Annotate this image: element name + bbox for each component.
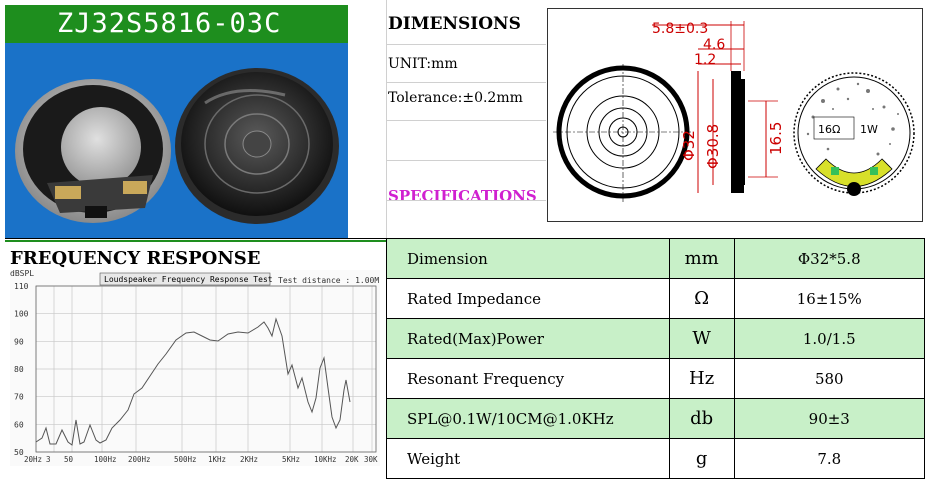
dimension-drawing: 5.8±0.3 4.6 1.2 Φ32 Φ30.8 16.5 16Ω 1W bbox=[547, 8, 923, 222]
y-tick-label: 80 bbox=[14, 365, 24, 374]
x-tick-label: 20K bbox=[345, 455, 359, 464]
x-tick-label: 3 bbox=[46, 455, 51, 464]
dim-total-depth: 5.8±0.3 bbox=[652, 21, 708, 37]
spec-unit: Ω bbox=[668, 278, 735, 319]
spec-value: 90±3 bbox=[733, 398, 925, 439]
impedance-mark: 16Ω bbox=[818, 123, 840, 136]
spec-unit: mm bbox=[668, 238, 735, 279]
spec-param: SPL@0.1W/10CM@1.0KHz bbox=[386, 398, 670, 439]
x-tick-label: 100Hz bbox=[94, 455, 117, 464]
x-tick-label: 10KHz bbox=[314, 455, 337, 464]
unit-label: UNIT:mm bbox=[388, 56, 458, 72]
spec-value: Φ32*5.8 bbox=[733, 238, 925, 279]
spec-value: 580 bbox=[733, 358, 925, 399]
test-distance: Test distance : 1.00M bbox=[278, 276, 379, 285]
x-tick-label: 5KHz bbox=[282, 455, 300, 464]
spec-unit: Hz bbox=[668, 358, 735, 399]
dim-outer-dia: Φ32 bbox=[680, 130, 698, 161]
spec-row: SPL@0.1W/10CM@1.0KHz db 90±3 bbox=[386, 398, 925, 439]
tolerance-label: Tolerance:±0.2mm bbox=[388, 90, 523, 106]
x-tick-label: 50 bbox=[64, 455, 74, 464]
spec-value: 7.8 bbox=[733, 438, 925, 479]
spec-param: Resonant Frequency bbox=[386, 358, 670, 399]
y-tick-label: 70 bbox=[14, 393, 24, 402]
spec-row: Resonant Frequency Hz 580 bbox=[386, 358, 925, 399]
dim-terminal-height: 16.5 bbox=[767, 122, 785, 155]
spec-unit: W bbox=[668, 318, 735, 359]
y-tick-label: 110 bbox=[14, 282, 29, 291]
graph-title: Loudspeaker Frequency Response Test bbox=[104, 275, 273, 284]
dim-depth-4-6: 4.6 bbox=[703, 37, 725, 53]
spec-row: Rated Impedance Ω 16±15% bbox=[386, 278, 925, 319]
spec-param: Weight bbox=[386, 438, 670, 479]
y-tick-label: 60 bbox=[14, 420, 24, 429]
frequency-response-heading: FREQUENCY RESPONSE bbox=[10, 248, 261, 269]
side-view: 5.8±0.3 4.6 1.2 Φ32 Φ30.8 16.5 bbox=[652, 21, 785, 193]
speaker-front-view bbox=[175, 68, 339, 224]
spec-unit: g bbox=[668, 438, 735, 479]
y-tick-label: 50 bbox=[14, 448, 24, 457]
y-tick-label: 100 bbox=[14, 310, 29, 319]
x-tick-label: 30K bbox=[364, 455, 378, 464]
spec-row: Weight g 7.8 bbox=[386, 438, 925, 479]
x-tick-label: 1KHz bbox=[208, 455, 226, 464]
spec-param: Dimension bbox=[386, 238, 670, 279]
product-photo bbox=[5, 43, 348, 238]
spec-table: Dimension mm Φ32*5.8 Rated Impedance Ω 16±15%… bbox=[386, 238, 925, 479]
spec-param: Rated(Max)Power bbox=[386, 318, 670, 359]
frequency-response-graph: dBSPL Loudspeaker Frequency Response Tes… bbox=[10, 269, 380, 466]
power-mark: 1W bbox=[860, 123, 878, 136]
x-tick-label: 20Hz bbox=[24, 455, 42, 464]
spec-value: 1.0/1.5 bbox=[733, 318, 925, 359]
spec-row: Dimension mm Φ32*5.8 bbox=[386, 238, 925, 279]
specifications-heading: SPECIFICATIONS bbox=[388, 187, 537, 205]
x-tick-label: 500Hz bbox=[174, 455, 197, 464]
front-view bbox=[553, 64, 693, 204]
back-view: 16Ω 1W bbox=[793, 72, 915, 196]
y-unit-label: dBSPL bbox=[10, 270, 34, 278]
spec-param: Rated Impedance bbox=[386, 278, 670, 319]
dim-inner-dia: Φ30.8 bbox=[704, 124, 722, 169]
dim-depth-1-2: 1.2 bbox=[694, 52, 716, 68]
spec-value: 16±15% bbox=[733, 278, 925, 319]
y-tick-label: 90 bbox=[14, 337, 24, 346]
spec-row: Rated(Max)Power W 1.0/1.5 bbox=[386, 318, 925, 359]
dimensions-heading: DIMENSIONS bbox=[388, 14, 521, 34]
speaker-back-view bbox=[15, 79, 171, 223]
spec-unit: db bbox=[668, 398, 735, 439]
product-title: ZJ32S5816-03C bbox=[5, 5, 348, 43]
x-tick-label: 200Hz bbox=[128, 455, 151, 464]
x-tick-label: 2KHz bbox=[240, 455, 258, 464]
